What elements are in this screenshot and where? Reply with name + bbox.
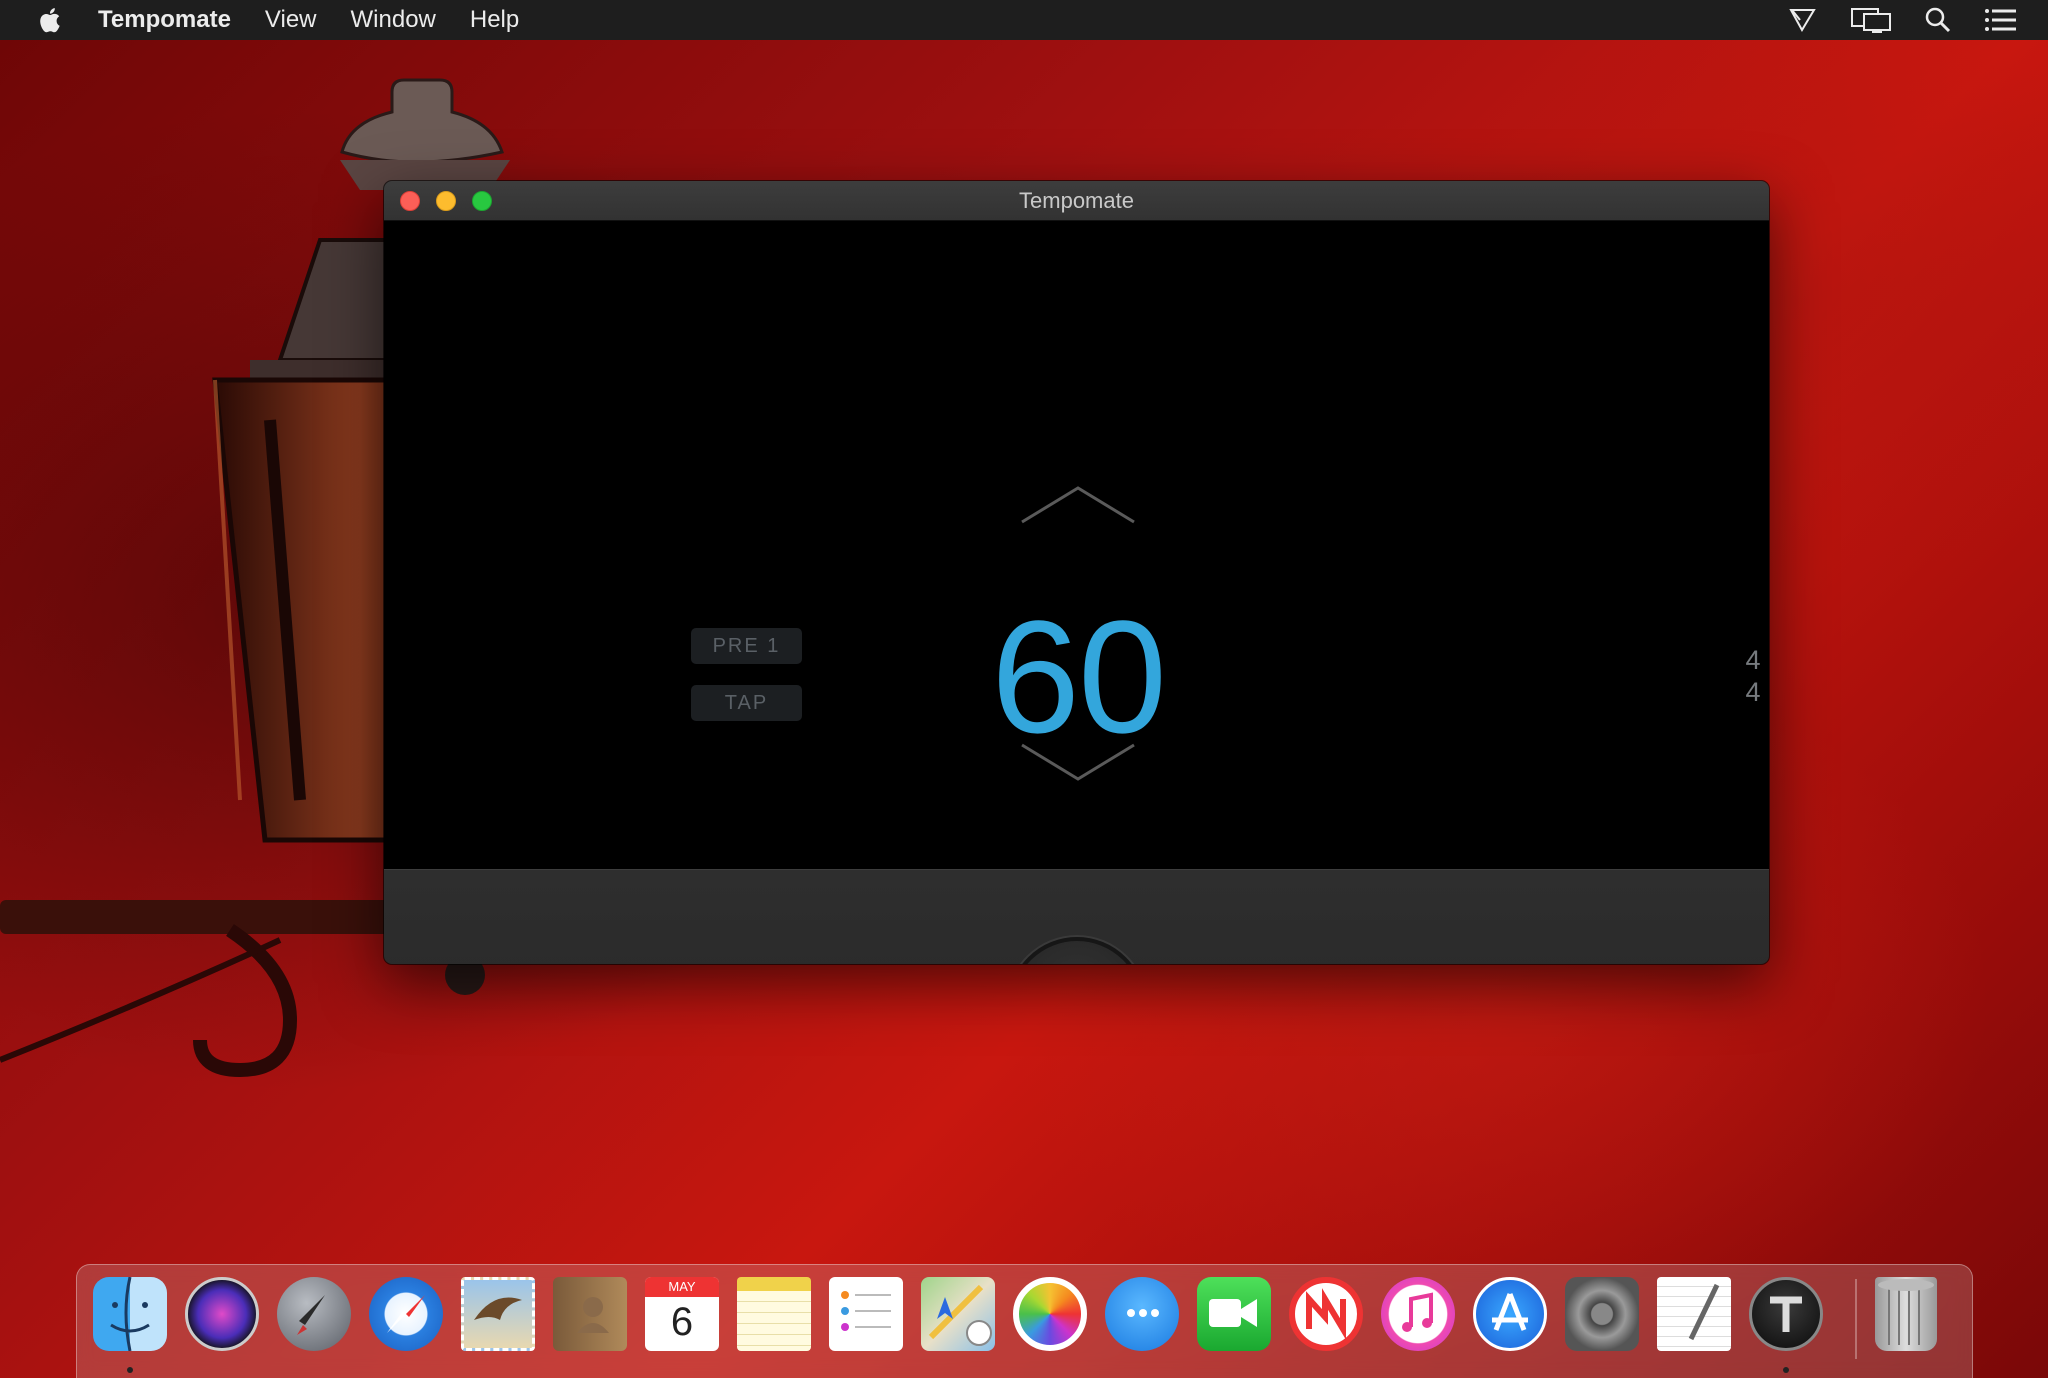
menu-view[interactable]: View [265,6,317,34]
dock-tempomate-icon[interactable] [1749,1277,1823,1351]
zoom-button[interactable] [472,191,492,211]
menu-bar: Tempomate View Window Help [0,0,2048,40]
notification-center-icon[interactable] [1984,7,2018,33]
dock-trash-icon[interactable] [1875,1277,1937,1351]
calendar-day-label: 6 [670,1300,694,1344]
dock-messages-icon[interactable] [1105,1277,1179,1351]
tempo-display-panel: PRE 1 TAP 60 4 4 [384,222,1769,869]
tap-tempo-button[interactable]: TAP [691,685,802,721]
minimize-button[interactable] [436,191,456,211]
dock-running-indicator [1783,1367,1789,1373]
close-button[interactable] [400,191,420,211]
dock-system-preferences-icon[interactable] [1565,1277,1639,1351]
dock: MAY 6 [76,1264,1973,1378]
dock-contacts-icon[interactable] [553,1277,627,1351]
play-button[interactable] [1008,937,1146,964]
dock-textedit-icon[interactable] [1657,1277,1731,1351]
time-signature[interactable]: 4 4 [1738,644,1768,714]
calendar-month-label: MAY [645,1277,719,1297]
spotlight-search-icon[interactable] [1924,6,1952,34]
apple-menu-icon[interactable] [36,5,62,35]
time-signature-numerator: 4 [1745,645,1761,675]
pre-count-button[interactable]: PRE 1 [691,628,802,664]
dock-separator [1855,1279,1857,1359]
dock-app-store-icon[interactable] [1473,1277,1547,1351]
dock-finder-icon[interactable] [93,1276,167,1352]
window-titlebar[interactable]: Tempomate [384,181,1769,221]
time-signature-denominator: 4 [1745,677,1761,707]
dock-launchpad-icon[interactable] [277,1277,351,1351]
menu-window[interactable]: Window [351,6,436,34]
dock-calendar-icon[interactable]: MAY 6 [645,1277,719,1351]
dock-running-indicator [127,1367,133,1373]
window-title: Tempomate [1019,187,1134,213]
tempo-increase-chevron-icon[interactable] [1020,484,1136,524]
dock-siri-icon[interactable] [185,1277,259,1351]
dock-photos-icon[interactable] [1013,1277,1087,1351]
menu-app-name[interactable]: Tempomate [98,6,231,34]
dock-news-icon[interactable] [1289,1277,1363,1351]
menu-status-area [1788,0,2018,40]
dock-maps-icon[interactable] [921,1277,995,1351]
tempo-decrease-chevron-icon[interactable] [1020,743,1136,783]
airplay-icon[interactable] [1788,6,1818,34]
dock-mail-icon[interactable] [461,1277,535,1351]
dock-safari-icon[interactable] [369,1277,443,1351]
dock-facetime-icon[interactable] [1197,1277,1271,1351]
tempo-value[interactable]: 60 [944,592,1212,762]
transport-controls [384,869,1769,964]
dock-notes-icon[interactable] [737,1277,811,1351]
dock-reminders-icon[interactable] [829,1277,903,1351]
dock-itunes-icon[interactable] [1381,1277,1455,1351]
display-mirror-icon[interactable] [1850,6,1892,34]
tempomate-window: Tempomate PRE 1 TAP 60 4 4 [384,181,1769,964]
menu-help[interactable]: Help [470,6,519,34]
